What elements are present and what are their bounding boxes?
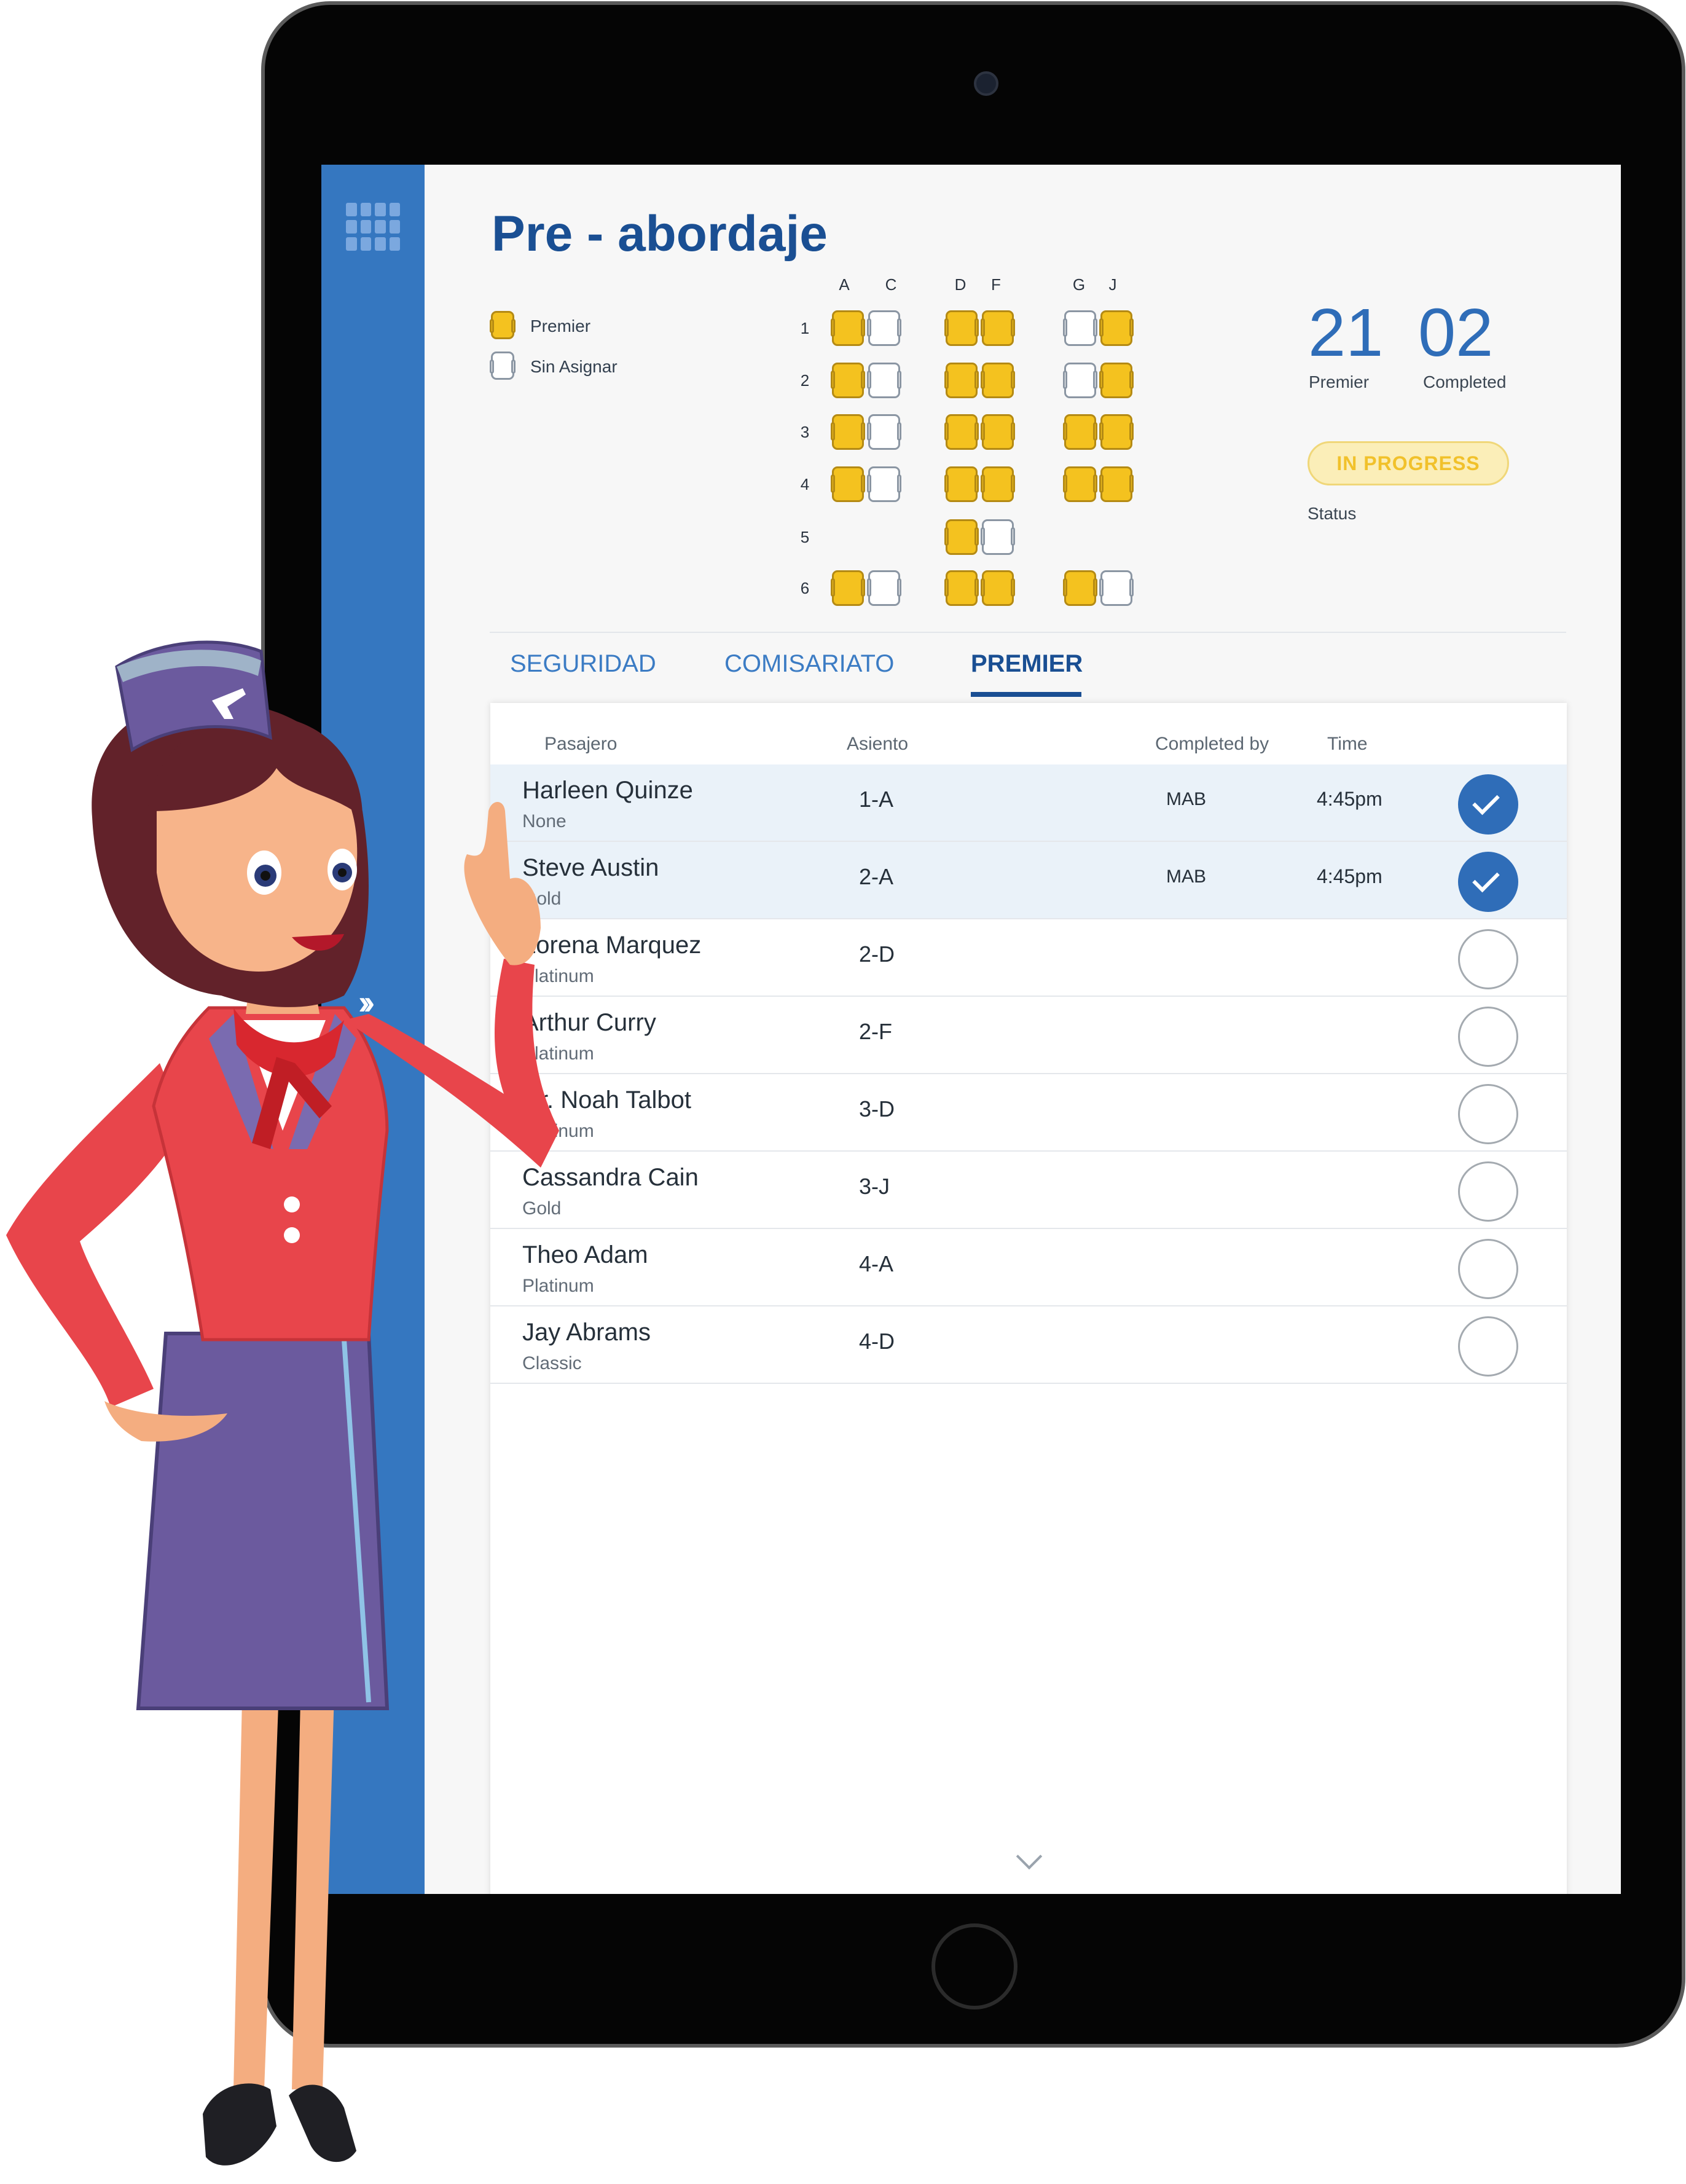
seat-1j[interactable] <box>1099 310 1134 346</box>
check-circle[interactable] <box>1458 1316 1518 1377</box>
passenger-seat: 4-D <box>859 1329 895 1354</box>
column-header-time: Time <box>1327 734 1368 754</box>
seat-column-c: C <box>885 275 897 294</box>
premier-count-label: Premier <box>1309 372 1370 391</box>
seat-column-d: D <box>954 275 967 294</box>
check-circle[interactable] <box>1458 1161 1518 1222</box>
seat-2c[interactable] <box>867 363 901 398</box>
seat-row-number: 1 <box>800 319 810 337</box>
seat-4c[interactable] <box>867 466 901 502</box>
home-button[interactable] <box>931 1923 1017 2009</box>
completed-count-label: Completed <box>1423 372 1507 391</box>
seat-3f[interactable] <box>981 414 1015 450</box>
premier-count: 21 <box>1308 295 1384 371</box>
passenger-seat: 3-D <box>859 1096 895 1121</box>
flight-attendant-illustration <box>6 640 559 2166</box>
seat-row-number: 6 <box>800 579 810 597</box>
completed-time: 4:45pm <box>1317 788 1382 810</box>
check-circle[interactable] <box>1458 1084 1518 1144</box>
completed-by: MAB <box>1166 789 1207 809</box>
seat-3g[interactable] <box>1063 414 1097 450</box>
seat-2j[interactable] <box>1099 363 1134 398</box>
seat-3c[interactable] <box>867 414 901 450</box>
seat-column-g: G <box>1072 275 1086 294</box>
checkmark-icon[interactable] <box>1458 852 1518 912</box>
table-row[interactable]: Dr. Noah TalbotPlatinum3-D <box>490 1074 1567 1152</box>
completed-by: MAB <box>1166 866 1207 887</box>
seat-row-number: 2 <box>800 371 810 390</box>
seat-column-j: J <box>1108 275 1117 294</box>
seat-row-number: 5 <box>800 528 810 546</box>
seat-6a[interactable] <box>831 570 865 606</box>
passenger-seat: 1-A <box>859 787 894 812</box>
passenger-seat: 2-F <box>859 1019 892 1044</box>
seat-6g[interactable] <box>1063 570 1097 606</box>
table-row[interactable]: Steve Austin Gold 2-A MAB 4:45pm <box>490 842 1567 919</box>
seat-4a[interactable] <box>831 466 865 502</box>
seat-1c[interactable] <box>867 310 901 346</box>
check-circle[interactable] <box>1458 929 1518 989</box>
seat-5f[interactable] <box>981 519 1015 555</box>
seat-6f[interactable] <box>981 570 1015 606</box>
seat-6d[interactable] <box>944 570 979 606</box>
completed-count: 02 <box>1418 295 1494 371</box>
camera-icon <box>974 71 998 96</box>
active-tab-indicator <box>971 692 1081 697</box>
seat-column-a: A <box>839 275 850 294</box>
passenger-seat: 2-D <box>859 941 895 967</box>
table-row[interactable]: Cassandra Cain Gold 3-J <box>490 1152 1567 1229</box>
checkmark-icon[interactable] <box>1458 774 1518 835</box>
check-circle[interactable] <box>1458 1239 1518 1299</box>
completed-time: 4:45pm <box>1317 865 1382 887</box>
seat-3d[interactable] <box>944 414 979 450</box>
status-badge: IN PROGRESS <box>1308 441 1509 485</box>
tab-premier[interactable]: PREMIER <box>971 650 1083 678</box>
seat-4f[interactable] <box>981 466 1015 502</box>
table-row[interactable]: Theo Adam Platinum 4-A <box>490 1229 1567 1306</box>
passenger-table: Pasajero Asiento Completed by Time Harle… <box>490 703 1567 1894</box>
seat-1g[interactable] <box>1063 310 1097 346</box>
seat-2g[interactable] <box>1063 363 1097 398</box>
passenger-seat: 4-A <box>859 1251 894 1276</box>
check-circle[interactable] <box>1458 1007 1518 1067</box>
seat-map: A C D F G J 1 2 3 4 5 6 <box>321 165 1621 632</box>
seat-2f[interactable] <box>981 363 1015 398</box>
status-label: Status <box>1308 504 1357 523</box>
seat-3j[interactable] <box>1099 414 1134 450</box>
seat-1a[interactable] <box>831 310 865 346</box>
tab-comisariato[interactable]: COMISARIATO <box>724 650 894 678</box>
passenger-seat: 3-J <box>859 1174 890 1199</box>
section-divider <box>490 632 1566 633</box>
seat-2a[interactable] <box>831 363 865 398</box>
seat-3a[interactable] <box>831 414 865 450</box>
seat-6j[interactable] <box>1099 570 1134 606</box>
seat-row-number: 4 <box>800 475 810 493</box>
table-row[interactable]: Lorena Marquez Platinum 2-D <box>490 919 1567 997</box>
seat-4j[interactable] <box>1099 466 1134 502</box>
column-header-asiento: Asiento <box>847 734 909 754</box>
passenger-seat: 2-A <box>859 864 894 889</box>
seat-6c[interactable] <box>867 570 901 606</box>
table-row[interactable]: Harleen Quinze None 1-A MAB 4:45pm <box>490 764 1567 842</box>
seat-column-f: F <box>991 275 1001 294</box>
seat-4d[interactable] <box>944 466 979 502</box>
seat-1f[interactable] <box>981 310 1015 346</box>
chevron-down-icon[interactable] <box>1016 1843 1043 1870</box>
column-header-completed-by: Completed by <box>1155 734 1269 754</box>
seat-5d[interactable] <box>944 519 979 555</box>
seat-2d[interactable] <box>944 363 979 398</box>
seat-1d[interactable] <box>944 310 979 346</box>
table-row[interactable]: Jay Abrams Classic 4-D <box>490 1306 1567 1384</box>
table-row[interactable]: Arthur Curry Platinum 2-F <box>490 997 1567 1074</box>
seat-4g[interactable] <box>1063 466 1097 502</box>
seat-row-number: 3 <box>800 423 810 441</box>
